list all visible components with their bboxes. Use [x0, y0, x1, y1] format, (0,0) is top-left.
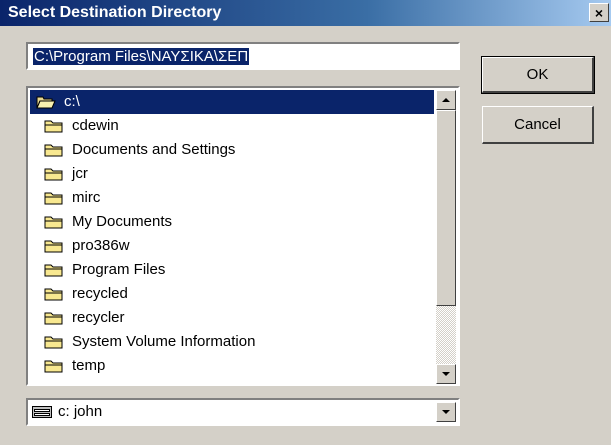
title-bar: Select Destination Directory × [0, 0, 611, 26]
list-item-label: mirc [72, 189, 101, 206]
folder-icon [44, 216, 63, 229]
folder-icon [44, 240, 63, 253]
list-item[interactable]: recycler [30, 306, 434, 330]
scroll-down-button[interactable] [436, 364, 456, 384]
ok-button[interactable]: OK [481, 56, 595, 94]
arrow-up-icon [442, 98, 450, 102]
folder-icon [44, 360, 63, 373]
cancel-button[interactable]: Cancel [482, 106, 594, 144]
list-item-label: Program Files [72, 261, 166, 278]
list-item-label: Documents and Settings [72, 141, 236, 158]
folder-icon [44, 120, 63, 133]
drive-select-value: c: john [58, 403, 103, 420]
chevron-down-icon [442, 410, 450, 414]
folder-icon [44, 192, 63, 205]
list-item-label: jcr [72, 165, 88, 182]
list-item-label: My Documents [72, 213, 173, 230]
path-input-value: C:\Program Files\ΝΑΥΣΙΚΑ\ΣΕΠ [33, 48, 250, 65]
drive-icon [32, 406, 52, 418]
list-item-label: System Volume Information [72, 333, 256, 350]
list-item-label: recycled [72, 285, 128, 302]
cancel-button-label: Cancel [514, 116, 561, 133]
close-button[interactable]: × [589, 3, 609, 22]
list-item-label: c:\ [64, 93, 80, 110]
list-item[interactable]: Program Files [30, 258, 434, 282]
folder-icon [44, 168, 63, 181]
list-item[interactable]: c:\ [30, 90, 434, 114]
path-input[interactable]: C:\Program Files\ΝΑΥΣΙΚΑ\ΣΕΠ [26, 42, 460, 70]
vertical-scrollbar[interactable] [436, 90, 456, 384]
list-item-label: temp [72, 357, 106, 374]
drive-select[interactable]: c: john [26, 398, 460, 426]
list-item[interactable]: cdewin [30, 114, 434, 138]
list-item[interactable]: recycled [30, 282, 434, 306]
directory-list-items: c:\ cdewin Documents and Settings jcr mi… [30, 90, 434, 384]
list-item[interactable]: Documents and Settings [30, 138, 434, 162]
list-item-label: recycler [72, 309, 125, 326]
list-item-label: cdewin [72, 117, 119, 134]
scrollbar-thumb[interactable] [436, 110, 456, 306]
list-item[interactable]: pro386w [30, 234, 434, 258]
close-icon: × [594, 4, 604, 21]
folder-icon [44, 312, 63, 325]
list-item[interactable]: mirc [30, 186, 434, 210]
folder-icon [44, 288, 63, 301]
list-item-label: pro386w [72, 237, 130, 254]
drive-dropdown-button[interactable] [436, 402, 456, 422]
folder-icon [44, 264, 63, 277]
open-folder-icon [36, 96, 56, 109]
folder-icon [44, 144, 63, 157]
folder-icon [44, 336, 63, 349]
list-item[interactable]: jcr [30, 162, 434, 186]
scroll-up-button[interactable] [436, 90, 456, 110]
directory-list[interactable]: c:\ cdewin Documents and Settings jcr mi… [26, 86, 460, 386]
window-title: Select Destination Directory [8, 4, 222, 21]
arrow-down-icon [442, 372, 450, 376]
ok-button-label: OK [526, 66, 549, 83]
list-item[interactable]: System Volume Information [30, 330, 434, 354]
list-item[interactable]: My Documents [30, 210, 434, 234]
scrollbar-track[interactable] [436, 306, 456, 364]
list-item[interactable]: temp [30, 354, 434, 378]
